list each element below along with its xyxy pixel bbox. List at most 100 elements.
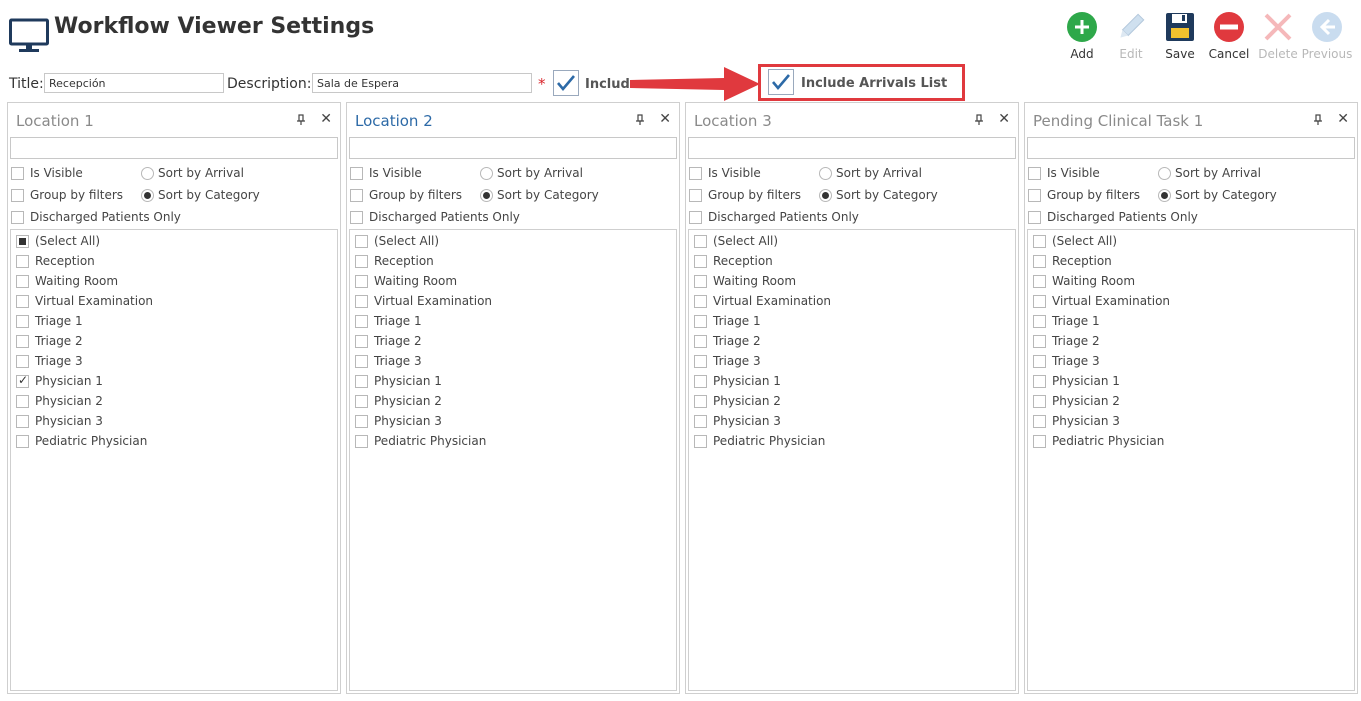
- is-visible-option[interactable]: Is Visible: [350, 166, 422, 180]
- group-by-filters-checkbox[interactable]: [1028, 188, 1041, 202]
- group-by-filters-option[interactable]: Group by filters: [11, 188, 123, 202]
- list-item[interactable]: Triage 3: [16, 352, 83, 370]
- discharged-only-checkbox[interactable]: [689, 210, 702, 224]
- delete-button[interactable]: Delete: [1254, 10, 1302, 64]
- list-item-checkbox[interactable]: [694, 334, 707, 348]
- list-item[interactable]: Triage 1: [1033, 312, 1100, 330]
- discharged-only-option[interactable]: Discharged Patients Only: [350, 210, 520, 224]
- list-item-checkbox[interactable]: [16, 434, 29, 448]
- list-item-checkbox[interactable]: [16, 394, 29, 408]
- discharged-only-option[interactable]: Discharged Patients Only: [689, 210, 859, 224]
- list-item[interactable]: Physician 1: [1033, 372, 1120, 390]
- group-by-filters-option[interactable]: Group by filters: [350, 188, 462, 202]
- is-visible-checkbox[interactable]: [11, 166, 24, 180]
- list-item-checkbox[interactable]: [355, 394, 368, 408]
- list-item-checkbox[interactable]: [16, 274, 29, 288]
- sort-by-arrival-radio[interactable]: [141, 166, 154, 180]
- list-item-checkbox[interactable]: [694, 434, 707, 448]
- list-item[interactable]: Waiting Room: [355, 272, 457, 290]
- list-item[interactable]: Pediatric Physician: [1033, 432, 1164, 450]
- list-item[interactable]: (Select All): [355, 232, 439, 250]
- panel-filter-input[interactable]: [10, 137, 338, 159]
- title-input[interactable]: [44, 73, 224, 93]
- panel-filter-input[interactable]: [1027, 137, 1355, 159]
- close-icon[interactable]: ✕: [1337, 112, 1349, 126]
- edit-button[interactable]: Edit: [1107, 10, 1155, 64]
- save-button[interactable]: Save: [1156, 10, 1204, 64]
- sort-by-category-option[interactable]: Sort by Category: [141, 188, 260, 202]
- pin-icon[interactable]: [296, 114, 306, 126]
- list-item[interactable]: Triage 1: [16, 312, 83, 330]
- list-item-checkbox[interactable]: [1033, 414, 1046, 428]
- list-item[interactable]: Virtual Examination: [1033, 292, 1170, 310]
- group-by-filters-checkbox[interactable]: [350, 188, 363, 202]
- list-item[interactable]: Pediatric Physician: [694, 432, 825, 450]
- list-item-checkbox[interactable]: [1033, 234, 1046, 248]
- list-item-checkbox[interactable]: [1033, 254, 1046, 268]
- list-item[interactable]: Physician 1: [694, 372, 781, 390]
- list-item[interactable]: Waiting Room: [694, 272, 796, 290]
- cancel-button[interactable]: Cancel: [1205, 10, 1253, 64]
- list-item[interactable]: Reception: [694, 252, 773, 270]
- is-visible-checkbox[interactable]: [1028, 166, 1041, 180]
- list-item-checkbox[interactable]: [694, 354, 707, 368]
- discharged-only-option[interactable]: Discharged Patients Only: [1028, 210, 1198, 224]
- list-item[interactable]: Physician 3: [694, 412, 781, 430]
- list-item-checkbox[interactable]: [694, 234, 707, 248]
- group-by-filters-checkbox[interactable]: [11, 188, 24, 202]
- list-item[interactable]: Physician 2: [694, 392, 781, 410]
- list-item-checkbox[interactable]: [694, 394, 707, 408]
- sort-by-category-radio[interactable]: [480, 188, 493, 202]
- list-item-checkbox[interactable]: [694, 374, 707, 388]
- sort-by-category-option[interactable]: Sort by Category: [480, 188, 599, 202]
- discharged-only-checkbox[interactable]: [11, 210, 24, 224]
- list-item[interactable]: Physician 3: [1033, 412, 1120, 430]
- list-item[interactable]: Virtual Examination: [16, 292, 153, 310]
- list-item-checkbox[interactable]: [16, 294, 29, 308]
- list-item-checkbox[interactable]: [1033, 354, 1046, 368]
- list-item[interactable]: Physician 2: [1033, 392, 1120, 410]
- sort-by-category-radio[interactable]: [141, 188, 154, 202]
- discharged-only-option[interactable]: Discharged Patients Only: [11, 210, 181, 224]
- list-item[interactable]: Triage 1: [694, 312, 761, 330]
- include-checkbox[interactable]: [553, 70, 579, 96]
- list-item[interactable]: Triage 2: [1033, 332, 1100, 350]
- list-item[interactable]: Triage 2: [694, 332, 761, 350]
- list-item-checkbox[interactable]: ✓: [16, 373, 29, 388]
- list-item[interactable]: Triage 3: [1033, 352, 1100, 370]
- list-item-checkbox[interactable]: [1033, 274, 1046, 288]
- list-item[interactable]: Waiting Room: [16, 272, 118, 290]
- list-item[interactable]: Triage 3: [694, 352, 761, 370]
- list-item[interactable]: Physician 1: [355, 372, 442, 390]
- sort-by-arrival-option[interactable]: Sort by Arrival: [480, 166, 583, 180]
- list-item-checkbox[interactable]: [16, 234, 29, 248]
- list-item-checkbox[interactable]: [355, 314, 368, 328]
- add-button[interactable]: Add: [1058, 10, 1106, 64]
- list-item-checkbox[interactable]: [16, 414, 29, 428]
- sort-by-category-radio[interactable]: [819, 188, 832, 202]
- is-visible-checkbox[interactable]: [350, 166, 363, 180]
- list-item[interactable]: Pediatric Physician: [16, 432, 147, 450]
- list-item[interactable]: Pediatric Physician: [355, 432, 486, 450]
- list-item[interactable]: Triage 3: [355, 352, 422, 370]
- list-item-checkbox[interactable]: [1033, 314, 1046, 328]
- list-item[interactable]: ✓ Physician 1: [16, 372, 103, 390]
- list-item-checkbox[interactable]: [16, 354, 29, 368]
- group-by-filters-checkbox[interactable]: [689, 188, 702, 202]
- list-item-checkbox[interactable]: [694, 414, 707, 428]
- panel-filter-input[interactable]: [688, 137, 1016, 159]
- list-item-checkbox[interactable]: [694, 314, 707, 328]
- sort-by-arrival-radio[interactable]: [1158, 166, 1171, 180]
- close-icon[interactable]: ✕: [320, 112, 332, 126]
- sort-by-arrival-option[interactable]: Sort by Arrival: [819, 166, 922, 180]
- list-item-checkbox[interactable]: [694, 254, 707, 268]
- list-item[interactable]: Reception: [355, 252, 434, 270]
- list-item-checkbox[interactable]: [1033, 294, 1046, 308]
- group-by-filters-option[interactable]: Group by filters: [1028, 188, 1140, 202]
- list-item[interactable]: (Select All): [16, 232, 100, 250]
- include-arrivals-checkbox[interactable]: [768, 69, 794, 95]
- list-item-checkbox[interactable]: [694, 294, 707, 308]
- pin-icon[interactable]: [974, 114, 984, 126]
- list-item-checkbox[interactable]: [1033, 394, 1046, 408]
- list-item-checkbox[interactable]: [355, 354, 368, 368]
